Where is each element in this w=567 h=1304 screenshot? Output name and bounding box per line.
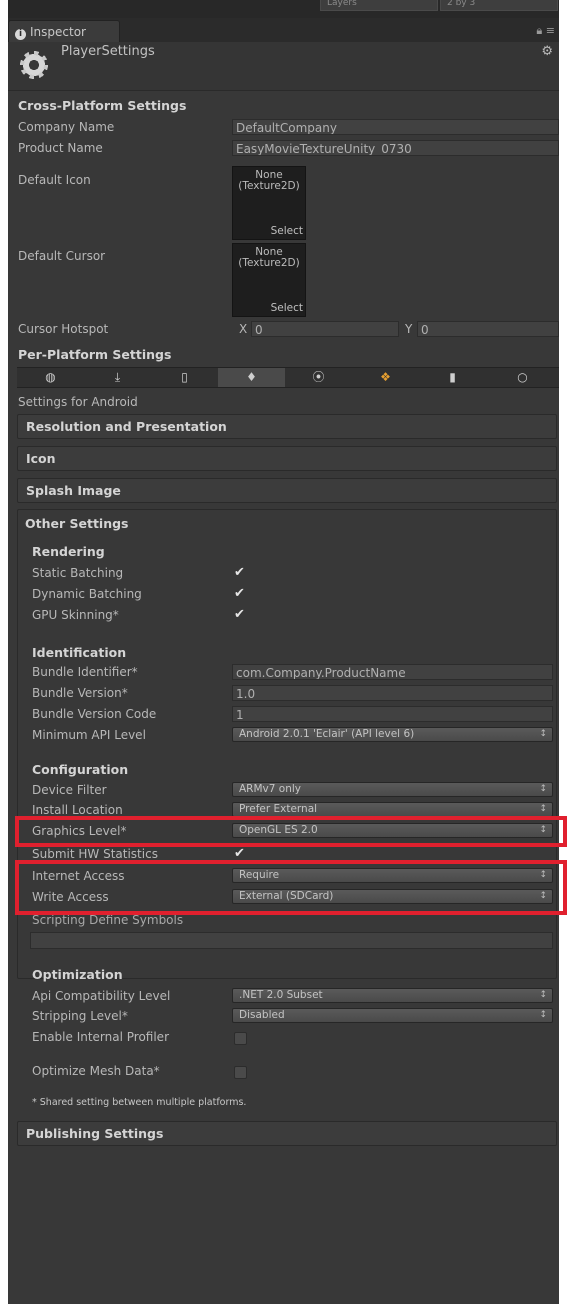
section-publishing[interactable]: Publishing Settings — [17, 1121, 557, 1146]
settings-gear-icon[interactable]: ⚙ — [541, 44, 553, 59]
blackberry-icon: ⦿ — [312, 370, 325, 384]
stripping-level-dropdown[interactable]: Disabled ↕ — [232, 1008, 553, 1023]
company-name-input[interactable]: DefaultCompany — [232, 119, 559, 135]
dropdown-arrow-icon: ↕ — [539, 1010, 547, 1020]
product-name-input[interactable]: EasyMovieTextureUnity_0730 — [232, 140, 559, 156]
platform-tab-ios[interactable]: ▯ — [151, 368, 218, 387]
layers-dropdown[interactable]: Layers — [320, 0, 438, 11]
section-splash[interactable]: Splash Image — [17, 478, 557, 503]
optimization-heading: Optimization — [32, 967, 123, 982]
tab-label: Inspector — [30, 25, 86, 39]
tab-menu-icon[interactable]: 🔒︎ ≡ — [536, 24, 555, 38]
submit-hw-statistics-label: Submit HW Statistics — [32, 847, 158, 861]
device-icon: ▮ — [449, 370, 456, 384]
tab-inspector[interactable]: i Inspector — [8, 20, 120, 43]
product-name-label: Product Name — [18, 141, 103, 155]
platform-tab-android[interactable]: ♦ — [218, 368, 285, 387]
globe-icon: ◍ — [45, 370, 56, 384]
stripping-level-label: Stripping Level* — [32, 1009, 128, 1023]
company-name-label: Company Name — [18, 120, 115, 134]
shared-setting-footnote: * Shared setting between multiple platfo… — [32, 1097, 247, 1108]
identification-heading: Identification — [32, 645, 127, 660]
dropdown-arrow-icon: ↕ — [539, 784, 547, 794]
access-settings-highlight — [15, 860, 567, 915]
bundle-version-input[interactable]: 1.0 — [232, 685, 553, 701]
player-settings-gear-icon — [20, 51, 48, 79]
bundle-identifier-input[interactable]: com.Company.ProductName — [232, 664, 553, 680]
default-icon-texture-slot[interactable]: None (Texture2D) Select — [232, 166, 306, 240]
default-cursor-select-button[interactable]: Select — [271, 302, 303, 314]
minimum-api-level-label: Minimum API Level — [32, 728, 146, 742]
page-title: PlayerSettings — [61, 44, 155, 59]
api-compatibility-dropdown[interactable]: .NET 2.0 Subset ↕ — [232, 988, 553, 1003]
download-icon: ⤓ — [114, 370, 121, 384]
phone-icon: ▯ — [181, 370, 188, 384]
dropdown-arrow-icon: ↕ — [539, 729, 547, 739]
scripting-define-symbols-label: Scripting Define Symbols — [32, 913, 184, 927]
default-icon-select-button[interactable]: Select — [271, 225, 303, 237]
api-compatibility-label: Api Compatibility Level — [32, 989, 171, 1003]
cross-platform-heading: Cross-Platform Settings — [18, 98, 187, 113]
gpu-skinning-label: GPU Skinning* — [32, 608, 119, 622]
device-filter-dropdown[interactable]: ARMv7 only ↕ — [232, 782, 553, 797]
install-location-dropdown[interactable]: Prefer External ↕ — [232, 802, 553, 817]
circle-icon: ○ — [517, 370, 528, 384]
graphics-level-highlight — [15, 816, 567, 847]
cursor-hotspot-label: Cursor Hotspot — [18, 322, 109, 336]
dropdown-arrow-icon: ↕ — [539, 804, 547, 814]
per-platform-heading: Per-Platform Settings — [18, 347, 172, 362]
install-location-label: Install Location — [32, 803, 123, 817]
section-other-settings[interactable]: Other Settings — [25, 516, 129, 531]
default-cursor-label: Default Cursor — [18, 249, 106, 263]
bundle-version-code-label: Bundle Version Code — [32, 707, 157, 721]
default-cursor-texture-slot[interactable]: None (Texture2D) Select — [232, 243, 306, 317]
static-batching-checkbox[interactable]: ✔ — [234, 566, 246, 579]
inspector-window: Layers 2 by 3 i Inspector 🔒︎ ≡ PlayerSett… — [8, 0, 559, 1304]
hotspot-y-input[interactable]: 0 — [417, 321, 559, 337]
enable-internal-profiler-checkbox[interactable] — [234, 1032, 247, 1045]
dynamic-batching-label: Dynamic Batching — [32, 587, 142, 601]
platform-tab-bar: ◍ ⤓ ▯ ♦ ⦿ ❖ ▮ ○ — [17, 367, 559, 388]
android-icon: ♦ — [246, 370, 257, 384]
bundle-version-label: Bundle Version* — [32, 686, 128, 700]
platform-tab-standalone[interactable]: ⤓ — [84, 368, 151, 387]
hotspot-y-label: Y — [405, 322, 413, 336]
dropdown-arrow-icon: ↕ — [539, 990, 547, 1000]
minimum-api-level-dropdown[interactable]: Android 2.0.1 'Eclair' (API level 6) ↕ — [232, 727, 553, 742]
configuration-heading: Configuration — [32, 762, 129, 777]
platform-tab-other[interactable]: ○ — [486, 368, 559, 387]
static-batching-label: Static Batching — [32, 566, 124, 580]
bundle-version-code-input[interactable]: 1 — [232, 706, 553, 722]
platform-tab-windows[interactable]: ❖ — [352, 368, 419, 387]
inspector-header: PlayerSettings ⚙ — [8, 42, 559, 91]
settings-for-label: Settings for Android — [18, 395, 138, 409]
platform-tab-blackberry[interactable]: ⦿ — [285, 368, 352, 387]
gpu-skinning-checkbox[interactable]: ✔ — [234, 608, 246, 621]
platform-tab-device[interactable]: ▮ — [419, 368, 486, 387]
submit-hw-statistics-checkbox[interactable]: ✔ — [234, 847, 246, 860]
section-icon[interactable]: Icon — [17, 446, 557, 471]
rendering-heading: Rendering — [32, 544, 105, 559]
device-filter-label: Device Filter — [32, 783, 107, 797]
default-icon-label: Default Icon — [18, 173, 91, 187]
layout-dropdown[interactable]: 2 by 3 — [440, 0, 558, 11]
top-toolbar: Layers 2 by 3 — [8, 0, 559, 18]
dynamic-batching-checkbox[interactable]: ✔ — [234, 587, 246, 600]
windows-icon: ❖ — [380, 370, 391, 384]
optimize-mesh-data-checkbox[interactable] — [234, 1066, 247, 1079]
hotspot-x-label: X — [239, 322, 248, 336]
info-icon: i — [15, 29, 26, 40]
section-resolution[interactable]: Resolution and Presentation — [17, 414, 557, 439]
optimize-mesh-data-label: Optimize Mesh Data* — [32, 1064, 160, 1078]
hotspot-x-input[interactable]: 0 — [251, 321, 399, 337]
scripting-define-symbols-input[interactable] — [30, 932, 553, 949]
platform-tab-web[interactable]: ◍ — [17, 368, 84, 387]
bundle-identifier-label: Bundle Identifier* — [32, 665, 138, 679]
enable-internal-profiler-label: Enable Internal Profiler — [32, 1030, 169, 1044]
tab-bar: i Inspector 🔒︎ ≡ — [8, 18, 559, 43]
